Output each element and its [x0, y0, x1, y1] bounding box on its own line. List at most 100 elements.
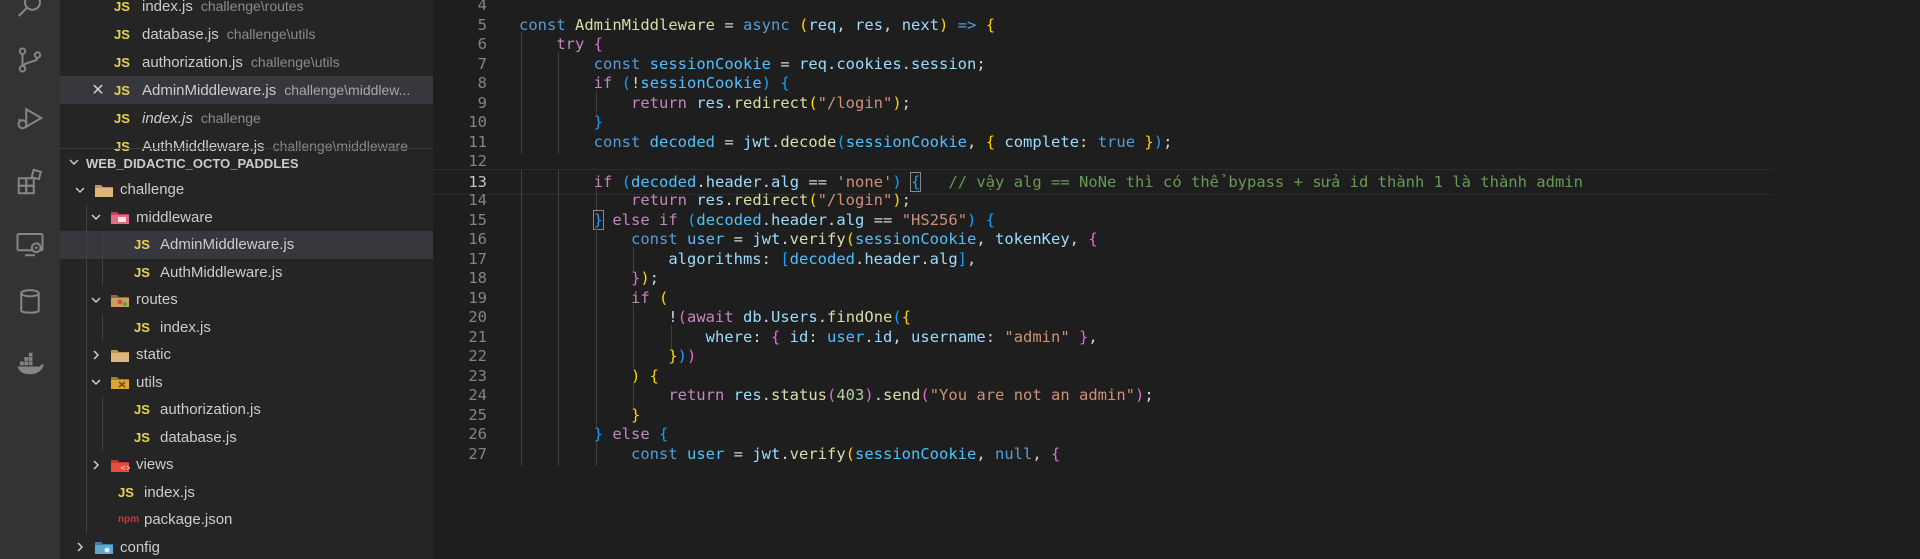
source-control-icon[interactable] [10, 40, 50, 80]
folder-icon: <> [110, 457, 130, 473]
open-editors-list: JS index.js challenge\routes JS database.js c… [60, 0, 433, 160]
folder-icon [110, 292, 130, 308]
npm-package-icon: npm [118, 514, 140, 526]
open-editor-path: challenge\routes [200, 0, 304, 14]
chevron-down-icon[interactable] [88, 292, 104, 308]
code-line[interactable]: 27 const user = jwt.verify(sessionCookie… [433, 441, 1773, 466]
indent-guide [86, 286, 87, 314]
tree-item-label: static [136, 346, 172, 364]
indent-guide [102, 396, 103, 424]
file-item[interactable]: JS AdminMiddleware.js [60, 231, 433, 259]
folder-item[interactable]: routes [60, 286, 433, 314]
js-file-icon: JS [118, 484, 134, 500]
chevron-right-icon[interactable] [72, 539, 88, 555]
open-editor-path: challenge\utils [250, 54, 340, 70]
chevron-down-icon [68, 156, 80, 171]
open-editor-name: index.js [142, 109, 193, 127]
folder-item[interactable]: config [60, 534, 433, 559]
folder-icon [110, 374, 130, 390]
tree-item-label: AuthMiddleware.js [160, 263, 283, 281]
line-number: 27 [468, 444, 487, 463]
folder-item[interactable]: challenge [60, 176, 433, 204]
folder-item[interactable]: static [60, 341, 433, 369]
folder-icon [94, 539, 114, 555]
open-editor-path: challenge\middlew... [284, 82, 411, 98]
explorer-root-header[interactable]: WEB_DIDACTIC_OCTO_PADDLES [60, 148, 433, 177]
file-item[interactable]: JS index.js [60, 478, 433, 506]
remote-explorer-icon[interactable] [10, 224, 50, 264]
indent-guide [86, 396, 87, 424]
open-editor-path: challenge [200, 110, 261, 126]
open-editor-name: AdminMiddleware.js [142, 81, 277, 99]
chevron-down-icon[interactable] [72, 182, 88, 198]
file-item[interactable]: JS index.js [60, 313, 433, 341]
search-icon[interactable] [10, 0, 50, 26]
indent-guide [102, 313, 103, 341]
open-editor-item[interactable]: JS index.js challenge [60, 104, 433, 132]
js-file-icon: JS [114, 110, 130, 126]
code-text: const user = jwt.verify(sessionCookie, n… [630, 444, 1061, 463]
js-file-icon: JS [134, 237, 150, 253]
chevron-right-icon[interactable] [88, 457, 104, 473]
indent-guide [86, 203, 87, 231]
explorer-sidebar: JS index.js challenge\routes JS database.js c… [60, 0, 433, 559]
folder-icon [110, 209, 130, 225]
js-file-icon: JS [114, 0, 130, 14]
close-icon[interactable]: ✕ [86, 80, 110, 100]
database-icon[interactable] [10, 282, 50, 322]
folder-item[interactable]: utils [60, 368, 433, 396]
tree-item-label: database.js [160, 428, 237, 446]
tree-item-label: index.js [144, 483, 195, 501]
tree-item-label: routes [136, 291, 178, 309]
js-file-icon: JS [114, 54, 130, 70]
tree-item-label: AdminMiddleware.js [160, 236, 295, 254]
js-file-icon: JS [134, 319, 150, 335]
open-editor-name: index.js [142, 0, 193, 15]
indent-guide [86, 341, 87, 369]
activity-bar [0, 0, 60, 559]
indent-guide [102, 231, 103, 259]
chevron-down-icon[interactable] [88, 209, 104, 225]
tree-item-label: views [136, 456, 174, 474]
docker-icon[interactable] [10, 344, 50, 384]
js-file-icon: JS [134, 429, 150, 445]
file-item[interactable]: JS AuthMiddleware.js [60, 258, 433, 286]
tree-item-label: challenge [120, 181, 185, 199]
extensions-icon[interactable] [10, 162, 50, 202]
open-editor-name: authorization.js [142, 53, 243, 71]
file-tree: challenge middleware JS AdminMiddleware.js J… [60, 176, 433, 559]
open-editor-name: database.js [142, 25, 219, 43]
tree-item-label: authorization.js [160, 401, 261, 419]
tree-item-label: utils [136, 373, 163, 391]
svg-text:<>: <> [120, 464, 130, 472]
folder-icon [94, 182, 114, 198]
indent-guide [86, 451, 87, 479]
js-file-icon: JS [114, 26, 130, 42]
tree-item-label: index.js [160, 318, 211, 336]
indent-guide [86, 368, 87, 396]
open-editor-item[interactable]: ✕ JS AdminMiddleware.js challenge\middlew..… [60, 76, 433, 104]
folder-item[interactable]: <> views [60, 451, 433, 479]
chevron-down-icon[interactable] [88, 374, 104, 390]
file-item[interactable]: JS database.js [60, 423, 433, 451]
js-file-icon: JS [114, 82, 130, 98]
folder-icon [110, 347, 130, 363]
file-item[interactable]: JS authorization.js [60, 396, 433, 424]
open-editor-item[interactable]: JS authorization.js challenge\utils [60, 48, 433, 76]
tree-item-label: package.json [144, 511, 233, 529]
folder-item[interactable]: middleware [60, 203, 433, 231]
open-editor-item[interactable]: JS database.js challenge\utils [60, 20, 433, 48]
run-debug-icon[interactable] [10, 98, 50, 138]
indent-guide [86, 231, 87, 259]
open-editor-path: challenge\utils [226, 26, 316, 42]
file-item[interactable]: npm package.json [60, 506, 433, 534]
js-file-icon: JS [134, 402, 150, 418]
open-editor-item[interactable]: JS index.js challenge\routes [60, 0, 433, 20]
chevron-right-icon[interactable] [88, 347, 104, 363]
js-file-icon: JS [134, 264, 150, 280]
code-editor[interactable]: 4 5 const AdminMiddleware = async (req, re… [433, 0, 1920, 559]
explorer-root-label: WEB_DIDACTIC_OCTO_PADDLES [86, 155, 299, 171]
indent-guide [86, 423, 87, 451]
indent-guide [86, 478, 87, 506]
tree-item-label: config [120, 538, 161, 556]
